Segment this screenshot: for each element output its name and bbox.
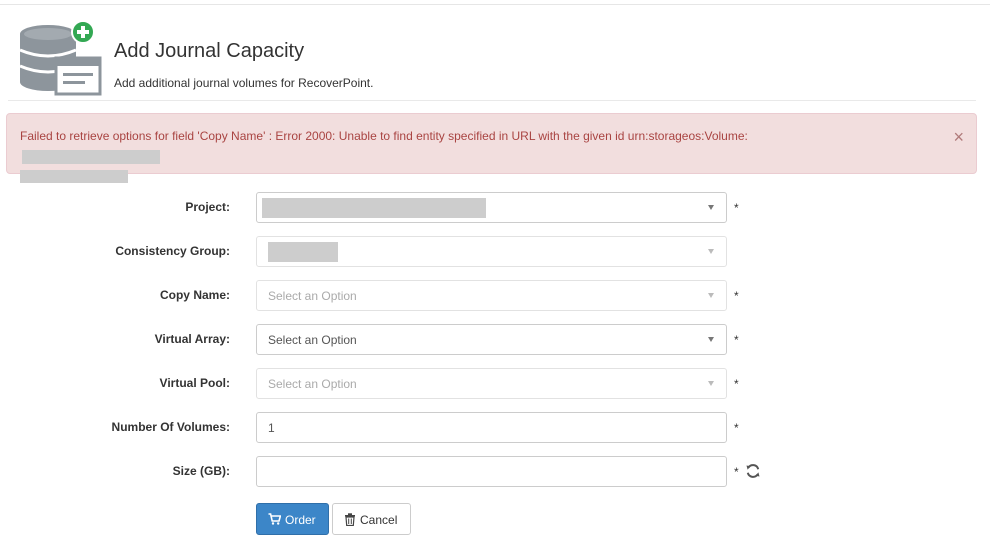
- order-button[interactable]: Order: [256, 503, 329, 535]
- close-icon[interactable]: ×: [953, 128, 964, 146]
- virtual-array-label: Virtual Array:: [154, 332, 230, 346]
- number-of-volumes-input[interactable]: 1: [256, 412, 727, 443]
- copy-name-placeholder: Select an Option: [268, 289, 357, 303]
- virtual-array-select[interactable]: Select an Option: [256, 324, 727, 355]
- redacted-id: [22, 149, 160, 164]
- number-of-volumes-value: 1: [268, 421, 275, 435]
- order-label: Order: [285, 513, 316, 527]
- chevron-down-icon: [708, 205, 714, 210]
- virtual-pool-placeholder: Select an Option: [268, 377, 357, 391]
- project-select[interactable]: [256, 192, 727, 223]
- chevron-down-icon: [708, 337, 714, 342]
- chevron-down-icon: [708, 381, 714, 386]
- error-alert: Failed to retrieve options for field 'Co…: [6, 113, 977, 184]
- copy-name-select[interactable]: Select an Option: [256, 280, 727, 311]
- virtual-array-row: Virtual Array: Select an Option *: [0, 324, 990, 356]
- chevron-down-icon: [708, 249, 714, 254]
- shopping-cart-icon: [268, 513, 281, 525]
- cancel-button[interactable]: Cancel: [332, 503, 411, 535]
- error-message-text: Failed to retrieve options for field 'Co…: [20, 129, 748, 143]
- header-divider: [8, 100, 976, 101]
- required-marker: *: [734, 289, 739, 303]
- redacted-consistency-group-value: [268, 242, 338, 262]
- required-marker: *: [734, 465, 739, 479]
- virtual-pool-select[interactable]: Select an Option: [256, 368, 727, 399]
- trash-icon: [345, 513, 355, 526]
- required-marker: *: [734, 421, 739, 435]
- size-input[interactable]: [256, 456, 727, 487]
- project-label: Project:: [185, 200, 230, 214]
- refresh-icon[interactable]: [745, 463, 761, 479]
- size-row: Size (GB): *: [0, 456, 990, 488]
- required-marker: *: [734, 377, 739, 391]
- storage-add-icon: [19, 20, 102, 96]
- top-divider: [0, 4, 990, 5]
- consistency-group-select[interactable]: [256, 236, 727, 267]
- required-marker: *: [734, 333, 739, 347]
- copy-name-row: Copy Name: Select an Option *: [0, 280, 990, 312]
- copy-name-label: Copy Name:: [159, 288, 230, 302]
- virtual-array-value: Select an Option: [268, 333, 357, 347]
- cancel-label: Cancel: [360, 513, 398, 527]
- consistency-group-label: Consistency Group:: [115, 244, 230, 258]
- page-header: Add Journal Capacity Add additional jour…: [18, 20, 978, 102]
- redacted-project-value: [262, 198, 486, 218]
- error-message: Failed to retrieve options for field 'Co…: [20, 126, 880, 186]
- size-label: Size (GB):: [172, 464, 230, 478]
- project-row: Project: *: [0, 192, 990, 224]
- chevron-down-icon: [708, 293, 714, 298]
- required-marker: *: [734, 201, 739, 215]
- page-title: Add Journal Capacity: [114, 40, 305, 62]
- consistency-group-row: Consistency Group:: [0, 236, 990, 268]
- virtual-pool-row: Virtual Pool: Select an Option *: [0, 368, 990, 400]
- number-of-volumes-row: Number Of Volumes: 1 *: [0, 412, 990, 444]
- redacted-id-continued: [20, 170, 128, 184]
- number-of-volumes-label: Number Of Volumes:: [111, 420, 230, 434]
- page-subtitle: Add additional journal volumes for Recov…: [114, 76, 374, 90]
- virtual-pool-label: Virtual Pool:: [159, 376, 230, 390]
